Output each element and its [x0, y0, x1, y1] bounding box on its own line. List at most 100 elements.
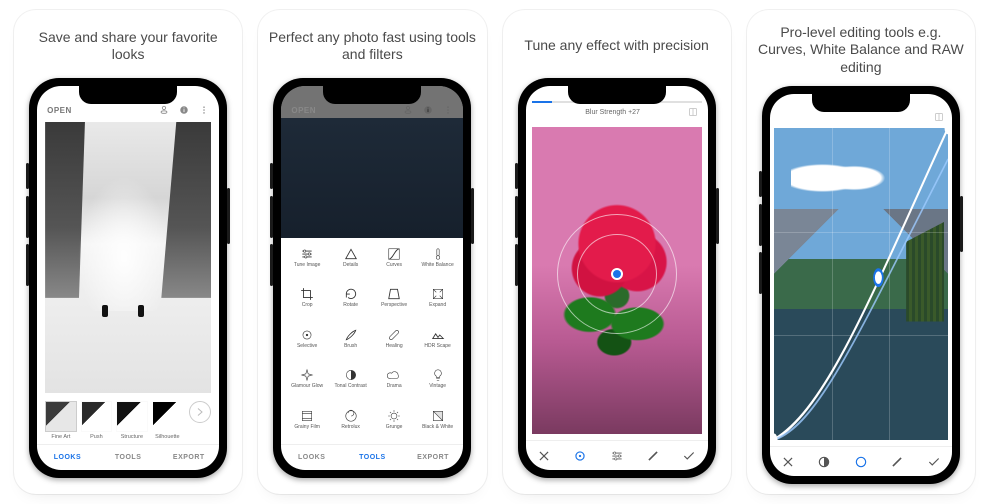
brush-icon — [344, 328, 358, 342]
curves-overlay[interactable] — [774, 128, 948, 440]
tool-label: Selective — [297, 344, 317, 350]
preview-image[interactable] — [774, 128, 948, 440]
cancel-button[interactable] — [780, 454, 796, 470]
channel-luminance-button[interactable] — [816, 454, 832, 470]
apply-button[interactable] — [681, 448, 697, 464]
tool-black-white[interactable]: Black & White — [416, 406, 460, 444]
tool-hdr-scape[interactable]: HDR Scape — [416, 325, 460, 363]
more-icon[interactable] — [443, 105, 453, 115]
tool-label: HDR Scape — [424, 344, 450, 350]
look-label: Fine Art — [51, 434, 70, 440]
bandage-icon — [387, 328, 401, 342]
tab-export[interactable]: EXPORT — [403, 454, 464, 461]
curves-icon — [387, 247, 401, 261]
tool-grunge[interactable]: Grunge — [372, 406, 416, 444]
tool-label: Details — [343, 263, 358, 269]
rotate-icon — [344, 287, 358, 301]
tool-white-balance[interactable]: White Balance — [416, 244, 460, 282]
tool-label: Glamour Glow — [291, 384, 323, 390]
tab-looks[interactable]: LOOKS — [37, 454, 98, 461]
tool-tonal-contrast[interactable]: Tonal Contrast — [329, 365, 373, 403]
tool-vintage[interactable]: Vintage — [416, 365, 460, 403]
bottom-tabs: LOOKS TOOLS EXPORT — [281, 444, 463, 470]
info-icon[interactable] — [423, 105, 433, 115]
tab-looks[interactable]: LOOKS — [281, 454, 342, 461]
tool-perspective[interactable]: Perspective — [372, 284, 416, 322]
device-notch — [812, 94, 910, 112]
tool-label: Curves — [386, 263, 402, 269]
tool-brush[interactable]: Brush — [329, 325, 373, 363]
tool-rotate[interactable]: Rotate — [329, 284, 373, 322]
device-frame — [762, 86, 960, 484]
open-button[interactable]: OPEN — [291, 106, 316, 115]
device-frame: . Blur Strength +27 — [518, 78, 716, 478]
look-item[interactable]: Silhouette — [152, 401, 184, 441]
thermometer-icon — [431, 247, 445, 261]
shape-button[interactable] — [572, 448, 588, 464]
device-notch — [79, 86, 177, 104]
more-icon[interactable] — [199, 105, 209, 115]
tools-grid: Tune Image Details Curves White Balance … — [281, 238, 463, 444]
info-icon[interactable] — [179, 105, 189, 115]
promo-card-looks: Save and share your favorite looks OPEN … — [14, 10, 242, 494]
tool-grainy-film[interactable]: Grainy Film — [285, 406, 329, 444]
open-button[interactable]: OPEN — [47, 106, 72, 115]
tool-label: White Balance — [422, 263, 454, 269]
target-icon — [300, 328, 314, 342]
tool-curves[interactable]: Curves — [372, 244, 416, 282]
look-label: Silhouette — [155, 434, 179, 440]
swirl-icon — [344, 409, 358, 423]
tool-healing[interactable]: Healing — [372, 325, 416, 363]
apply-button[interactable] — [926, 454, 942, 470]
focus-point-handle[interactable] — [611, 268, 623, 280]
tool-label: Crop — [302, 303, 313, 309]
promo-card-tune: Tune any effect with precision . Blur St… — [503, 10, 731, 494]
edit-toolbar — [770, 446, 952, 476]
preview-image[interactable] — [532, 127, 702, 434]
cloud-icon — [387, 368, 401, 382]
triangle-icon — [344, 247, 358, 261]
preview-image[interactable] — [45, 122, 211, 393]
look-item[interactable]: Fine Art — [45, 401, 77, 441]
bottom-tabs: LOOKS TOOLS EXPORT — [37, 444, 219, 470]
tool-label: Drama — [387, 384, 402, 390]
landscape-icon — [431, 328, 445, 342]
device-frame: OPEN Fine Art Push Structure Silhouette … — [29, 78, 227, 478]
tool-tune-image[interactable]: Tune Image — [285, 244, 329, 282]
tool-expand[interactable]: Expand — [416, 284, 460, 322]
tool-retrolux[interactable]: Retrolux — [329, 406, 373, 444]
tool-label: Perspective — [381, 303, 407, 309]
bulb-icon — [431, 368, 445, 382]
device-frame: OPEN Tune Image Details Curves White Bal… — [273, 78, 471, 478]
tool-label: Rotate — [343, 303, 358, 309]
cancel-button[interactable] — [536, 448, 552, 464]
tool-crop[interactable]: Crop — [285, 284, 329, 322]
look-item[interactable]: Structure — [116, 401, 148, 441]
tab-export[interactable]: EXPORT — [158, 454, 219, 461]
stack-icon[interactable] — [159, 105, 169, 115]
promo-card-tools: Perfect any photo fast using tools and f… — [258, 10, 486, 494]
channel-selector-button[interactable] — [853, 454, 869, 470]
sparkle-icon — [300, 368, 314, 382]
more-looks-button[interactable] — [189, 401, 211, 423]
tool-details[interactable]: Details — [329, 244, 373, 282]
transition-button[interactable] — [645, 448, 661, 464]
tab-tools[interactable]: TOOLS — [98, 454, 159, 461]
caption: Pro-level editing tools e.g. Curves, Whi… — [757, 24, 965, 76]
expand-icon — [431, 287, 445, 301]
caption: Save and share your favorite looks — [24, 24, 232, 68]
tool-label: Black & White — [422, 425, 453, 431]
caption: Tune any effect with precision — [524, 24, 708, 68]
tool-glamour-glow[interactable]: Glamour Glow — [285, 365, 329, 403]
tool-selective[interactable]: Selective — [285, 325, 329, 363]
tab-tools[interactable]: TOOLS — [342, 454, 403, 461]
presets-button[interactable] — [889, 454, 905, 470]
tool-drama[interactable]: Drama — [372, 365, 416, 403]
looks-strip: Fine Art Push Structure Silhouette — [37, 397, 219, 445]
adjust-button[interactable] — [609, 448, 625, 464]
compare-icon[interactable] — [934, 112, 944, 122]
compare-icon[interactable] — [688, 107, 698, 117]
stack-icon[interactable] — [403, 105, 413, 115]
perspective-icon — [387, 287, 401, 301]
look-item[interactable]: Push — [81, 401, 113, 441]
